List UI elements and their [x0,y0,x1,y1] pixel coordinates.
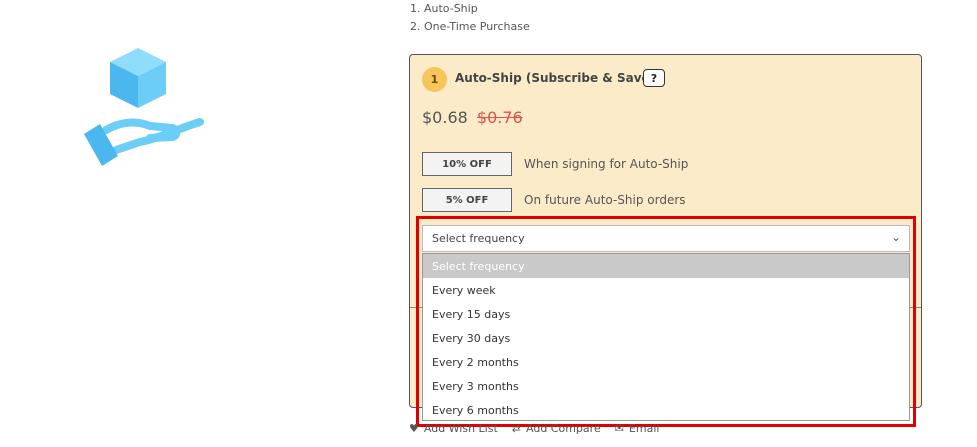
discount-row: 10% OFF When signing for Auto-Ship [422,152,688,176]
add-compare-label: Add Compare [526,422,601,435]
dropdown-option[interactable]: Every 30 days [423,326,909,350]
dropdown-option[interactable]: Every 3 months [423,374,909,398]
compare-icon: ⇄ [511,422,522,435]
step-badge: 1 [422,67,447,92]
dropdown-option[interactable]: Every 2 months [423,350,909,374]
old-price: $0.76 [476,108,523,127]
option-one-time-purchase: 2. One-Time Purchase [410,20,530,33]
discount-badge: 10% OFF [422,152,512,176]
dropdown-option[interactable]: Every 6 months [423,398,909,422]
dropdown-option[interactable]: Every week [423,278,909,302]
add-wish-list-link[interactable]: ♥ Add Wish List [409,422,498,435]
footer-links: ♥ Add Wish List ⇄ Add Compare ✉ Email [409,422,659,435]
current-price: $0.68 [422,108,468,127]
add-compare-link[interactable]: ⇄ Add Compare [512,422,601,435]
help-button[interactable]: ? [643,69,665,87]
card-title: Auto-Ship (Subscribe & Save) [455,71,656,85]
discount-badge: 5% OFF [422,188,512,212]
dropdown-option[interactable]: Select frequency [423,254,909,278]
hand-with-box-icon [84,48,204,166]
discount-text: When signing for Auto-Ship [524,157,689,171]
email-link[interactable]: ✉ Email [615,422,660,435]
discount-row: 5% OFF On future Auto-Ship orders [422,188,686,212]
frequency-dropdown-list[interactable]: Select frequency Every week Every 15 day… [422,253,910,421]
dropdown-option[interactable]: Every 15 days [423,302,909,326]
envelope-icon: ✉ [614,422,624,435]
heart-icon: ♥ [409,422,419,435]
add-wish-list-label: Add Wish List [423,422,498,435]
frequency-select[interactable]: Select frequency ⌄ [422,225,910,252]
option-auto-ship: 1. Auto-Ship [410,2,478,15]
frequency-select-value: Select frequency [432,232,525,245]
discount-text: On future Auto-Ship orders [524,193,686,207]
price-row: $0.68 $0.76 [422,108,523,127]
purchase-options-list: 1. Auto-Ship 2. One-Time Purchase [410,0,530,36]
email-label: Email [628,422,660,435]
chevron-down-icon: ⌄ [890,230,901,244]
